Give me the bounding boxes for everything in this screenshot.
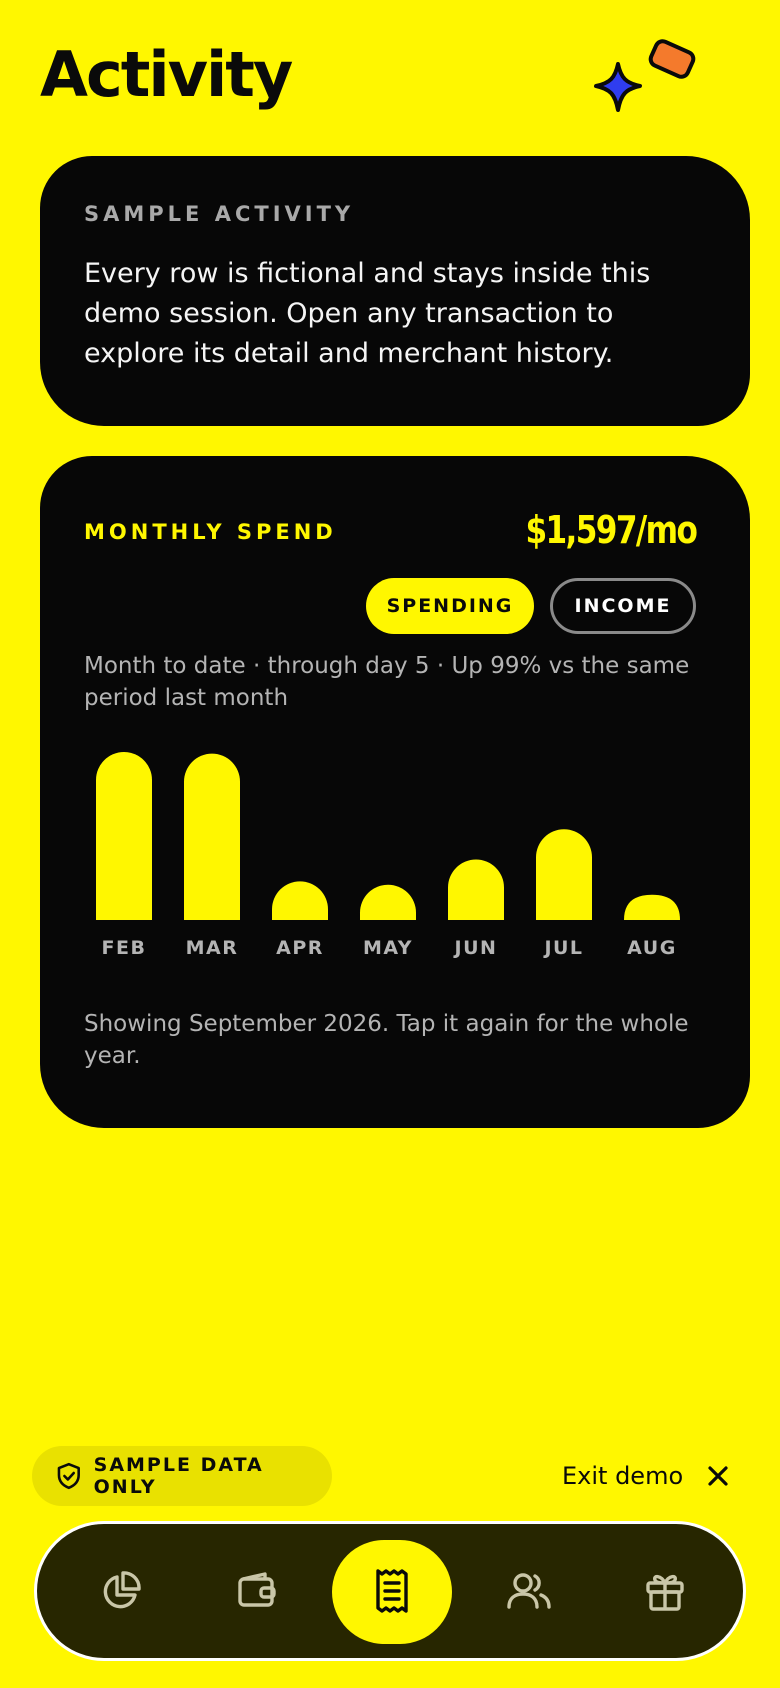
chart-bar-jun[interactable] <box>448 859 504 920</box>
chart-bar-may[interactable] <box>360 884 416 920</box>
exit-demo-label: Exit demo <box>562 1462 684 1490</box>
page-title: Activity <box>40 38 293 111</box>
monthly-spend-total: $1,597/mo <box>525 508 697 552</box>
monthly-spend-eyebrow: MONTHLY SPEND <box>84 520 337 544</box>
sample-activity-card: SAMPLE ACTIVITY Every row is fictional a… <box>40 156 750 426</box>
nav-item-rewards[interactable] <box>605 1524 725 1658</box>
nav-item-wallet[interactable] <box>197 1524 317 1658</box>
exit-demo-button[interactable]: Exit demo <box>562 1452 729 1500</box>
chart-label-may: MAY <box>363 937 413 959</box>
sample-activity-description: Every row is fictional and stays inside … <box>84 258 651 369</box>
bottom-nav <box>34 1521 746 1661</box>
chart-label-jun: JUN <box>453 937 498 959</box>
nav-item-people[interactable] <box>469 1524 589 1658</box>
wallet-icon <box>238 1572 276 1607</box>
monthly-spend-chart-svg: FEB MAR APR MAY JUN JUL AUG <box>96 752 680 959</box>
monthly-spend-card: MONTHLY SPEND $1,597/mo SPENDING INCOME … <box>40 456 750 1128</box>
sample-activity-eyebrow: SAMPLE ACTIVITY <box>84 202 355 226</box>
pie-chart-icon <box>103 1571 141 1609</box>
chart-label-feb: FEB <box>102 937 147 959</box>
spending-toggle-button[interactable]: SPENDING <box>366 578 534 634</box>
chart-bar-jul[interactable] <box>536 829 592 920</box>
chart-bar-mar[interactable] <box>184 753 240 920</box>
tag-icon <box>648 39 696 79</box>
sparkle-decoration <box>594 39 696 112</box>
chart-label-jul: JUL <box>542 937 583 959</box>
sparkle-icon <box>594 62 642 112</box>
chart-bar-aug[interactable] <box>624 894 680 920</box>
close-icon[interactable] <box>707 1465 729 1487</box>
spend-footnote: Showing September 2026. Tap it again for… <box>84 1011 689 1069</box>
spend-subtitle: Month to date · through day 5 · Up 99% v… <box>84 653 690 711</box>
income-toggle-button[interactable]: INCOME <box>550 578 696 634</box>
nav-item-activity[interactable] <box>332 1524 452 1658</box>
sample-data-badge-label: SAMPLE DATA ONLY <box>93 1454 264 1498</box>
receipt-icon <box>376 1569 408 1613</box>
gift-icon <box>646 1574 684 1611</box>
chart-label-apr: APR <box>276 937 324 959</box>
sample-data-badge: SAMPLE DATA ONLY <box>32 1446 332 1506</box>
chart-bar-apr[interactable] <box>272 881 328 920</box>
nav-item-insights[interactable] <box>61 1524 181 1658</box>
users-icon <box>507 1573 551 1609</box>
chart-label-aug: AUG <box>627 937 677 959</box>
chart-label-mar: MAR <box>186 937 239 959</box>
monthly-spend-chart: FEB MAR APR MAY JUN JUL AUG <box>84 736 704 976</box>
chart-bar-feb[interactable] <box>96 752 152 920</box>
shield-check-icon <box>57 1462 80 1490</box>
